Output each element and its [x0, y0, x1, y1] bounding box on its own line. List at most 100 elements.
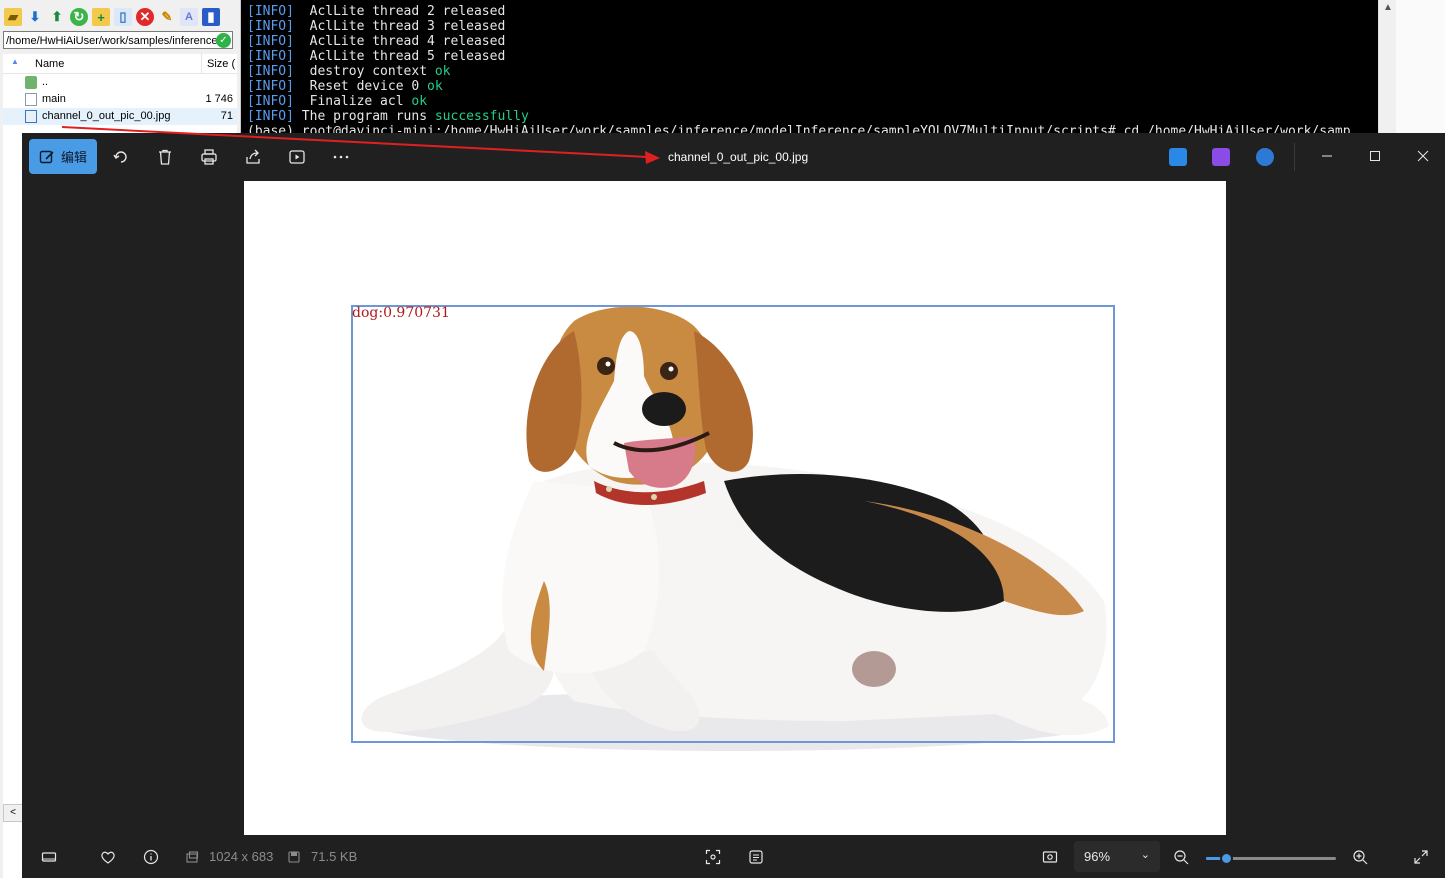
- zoom-slider-thumb[interactable]: [1219, 852, 1233, 865]
- list-item[interactable]: ..: [3, 74, 237, 91]
- favorite-heart-icon[interactable]: [98, 847, 118, 867]
- log-message: AclLite thread 3 released: [293, 19, 506, 34]
- bookmark-icon[interactable]: ▮: [202, 8, 220, 26]
- info-icon[interactable]: [141, 847, 161, 867]
- terminal-text: [INFO] AclLite thread 2 released [INFO] …: [241, 0, 1378, 133]
- file-size: 1 746: [205, 93, 233, 105]
- log-message: AclLite thread 2 released: [293, 4, 506, 19]
- toolbar-divider: [1294, 143, 1295, 171]
- background-window: [1396, 0, 1445, 133]
- open-folder-icon[interactable]: ▰: [4, 8, 22, 26]
- share-icon[interactable]: [241, 145, 265, 169]
- print-icon[interactable]: [197, 145, 221, 169]
- terminal-line: [INFO] destroy context ok: [247, 64, 451, 79]
- dimensions-icon: [182, 847, 202, 867]
- zoom-slider[interactable]: [1206, 852, 1336, 865]
- image-canvas[interactable]: dog:0.970731: [244, 181, 1226, 835]
- log-message: destroy context: [293, 64, 435, 79]
- log-message: Finalize acl: [293, 94, 412, 109]
- file-size-icon: [284, 847, 304, 867]
- zoom-out-icon[interactable]: [1171, 847, 1191, 867]
- file-manager-toolbar: ▰ ⬇ ⬆ ↻ + ▯ ✕ ✎ A ▮: [4, 5, 220, 29]
- list-item[interactable]: channel_0_out_pic_00.jpg 71: [3, 108, 237, 125]
- path-text: /home/HwHiAiUser/work/samples/inference: [6, 35, 218, 47]
- edit-image-icon: [39, 150, 54, 163]
- log-level-tag: [INFO]: [247, 34, 294, 49]
- file-name: ..: [42, 76, 49, 88]
- more-options-icon[interactable]: [329, 145, 353, 169]
- log-message: The program runs: [293, 109, 435, 124]
- file-name: main: [42, 93, 66, 105]
- close-button[interactable]: [1413, 147, 1433, 167]
- scroll-up-arrow-icon[interactable]: ▲: [1383, 2, 1393, 13]
- terminal-line: [INFO] AclLite thread 4 released: [247, 34, 505, 49]
- onedrive-icon[interactable]: [1256, 148, 1274, 166]
- log-status: ok: [411, 94, 428, 109]
- path-field[interactable]: /home/HwHiAiUser/work/samples/inference …: [3, 31, 233, 49]
- zoom-dropdown[interactable]: 96% ⌄: [1074, 841, 1160, 872]
- terminal-line: [INFO] The program runs successfully: [247, 109, 529, 124]
- edit-button[interactable]: 编辑: [29, 139, 97, 174]
- download-icon[interactable]: ⬇: [26, 8, 44, 26]
- log-level-tag: [INFO]: [247, 64, 294, 79]
- rename-icon[interactable]: A: [180, 8, 198, 26]
- terminal-output[interactable]: [INFO] AclLite thread 2 released [INFO] …: [241, 0, 1378, 133]
- image-dimensions: 1024 x 683: [209, 849, 274, 864]
- delete-icon[interactable]: ✕: [136, 8, 154, 26]
- log-level-tag: [INFO]: [247, 94, 294, 109]
- terminal-scrollbar[interactable]: ▲: [1378, 0, 1397, 133]
- maximize-button[interactable]: [1365, 147, 1385, 167]
- zoom-in-icon[interactable]: [1350, 847, 1370, 867]
- image-file-icon: [25, 110, 37, 123]
- properties-icon[interactable]: ✎: [158, 8, 176, 26]
- photo-viewer-window: 编辑 channel_0_out_pic_00.jpg dog:0.970731…: [22, 133, 1445, 878]
- fullscreen-icon[interactable]: [1411, 847, 1431, 867]
- log-level-tag: [INFO]: [247, 79, 294, 94]
- log-level-tag: [INFO]: [247, 4, 294, 19]
- zoom-value: 96%: [1084, 849, 1111, 864]
- minimize-button[interactable]: [1317, 147, 1337, 167]
- sort-ascending-icon[interactable]: ▲: [11, 57, 19, 66]
- minimize-icon: [1322, 155, 1332, 157]
- terminal-line: [INFO] AclLite thread 5 released: [247, 49, 505, 64]
- detection-bounding-box: [351, 305, 1115, 743]
- file-list-header: ▲ Name Size (: [3, 54, 237, 74]
- terminal-line: [INFO] AclLite thread 2 released: [247, 4, 505, 19]
- parent-folder-icon: [25, 76, 37, 89]
- actual-size-icon[interactable]: [1040, 847, 1060, 867]
- column-header-size[interactable]: Size (: [207, 58, 235, 70]
- list-item[interactable]: main 1 746: [3, 91, 237, 108]
- scroll-left-button[interactable]: <: [3, 804, 23, 822]
- edit-label: 编辑: [60, 150, 87, 165]
- shell-prompt: (base) root@davinci-mini:/home/HwHiAiUse…: [247, 124, 1351, 133]
- log-status: ok: [427, 79, 443, 94]
- log-message: AclLite thread 4 released: [293, 34, 506, 49]
- terminal-line: [INFO] Finalize acl ok: [247, 94, 427, 109]
- detection-label: dog:0.970731: [352, 305, 450, 321]
- file-icon: [25, 93, 37, 106]
- filmstrip-icon[interactable]: [39, 847, 59, 867]
- refresh-icon[interactable]: ↻: [70, 8, 88, 26]
- terminal-line: [INFO] AclLite thread 3 released: [247, 19, 505, 34]
- window-title: channel_0_out_pic_00.jpg: [668, 150, 809, 164]
- new-folder-icon[interactable]: +: [92, 8, 110, 26]
- delete-icon[interactable]: [153, 145, 177, 169]
- column-header-name[interactable]: Name: [35, 58, 64, 70]
- log-status: successfully: [434, 109, 529, 124]
- viewer-toolbar: 编辑 channel_0_out_pic_00.jpg: [22, 133, 1445, 181]
- maximize-icon: [1370, 151, 1380, 161]
- new-file-icon[interactable]: ▯: [114, 8, 132, 26]
- slideshow-icon[interactable]: [285, 145, 309, 169]
- chevron-down-icon: ⌄: [1140, 849, 1150, 861]
- text-scan-icon[interactable]: [746, 847, 766, 867]
- fit-to-window-icon[interactable]: [703, 847, 723, 867]
- log-level-tag: [INFO]: [247, 49, 294, 64]
- path-confirm-icon[interactable]: ✓: [216, 33, 231, 48]
- column-separator[interactable]: [201, 54, 202, 73]
- rotate-icon[interactable]: [109, 145, 133, 169]
- photos-editor-icon[interactable]: [1169, 148, 1187, 166]
- terminal-line: [INFO] Reset device 0 ok: [247, 79, 443, 94]
- file-size: 71.5 KB: [311, 849, 358, 864]
- upload-icon[interactable]: ⬆: [48, 8, 66, 26]
- clipchamp-icon[interactable]: [1212, 148, 1230, 166]
